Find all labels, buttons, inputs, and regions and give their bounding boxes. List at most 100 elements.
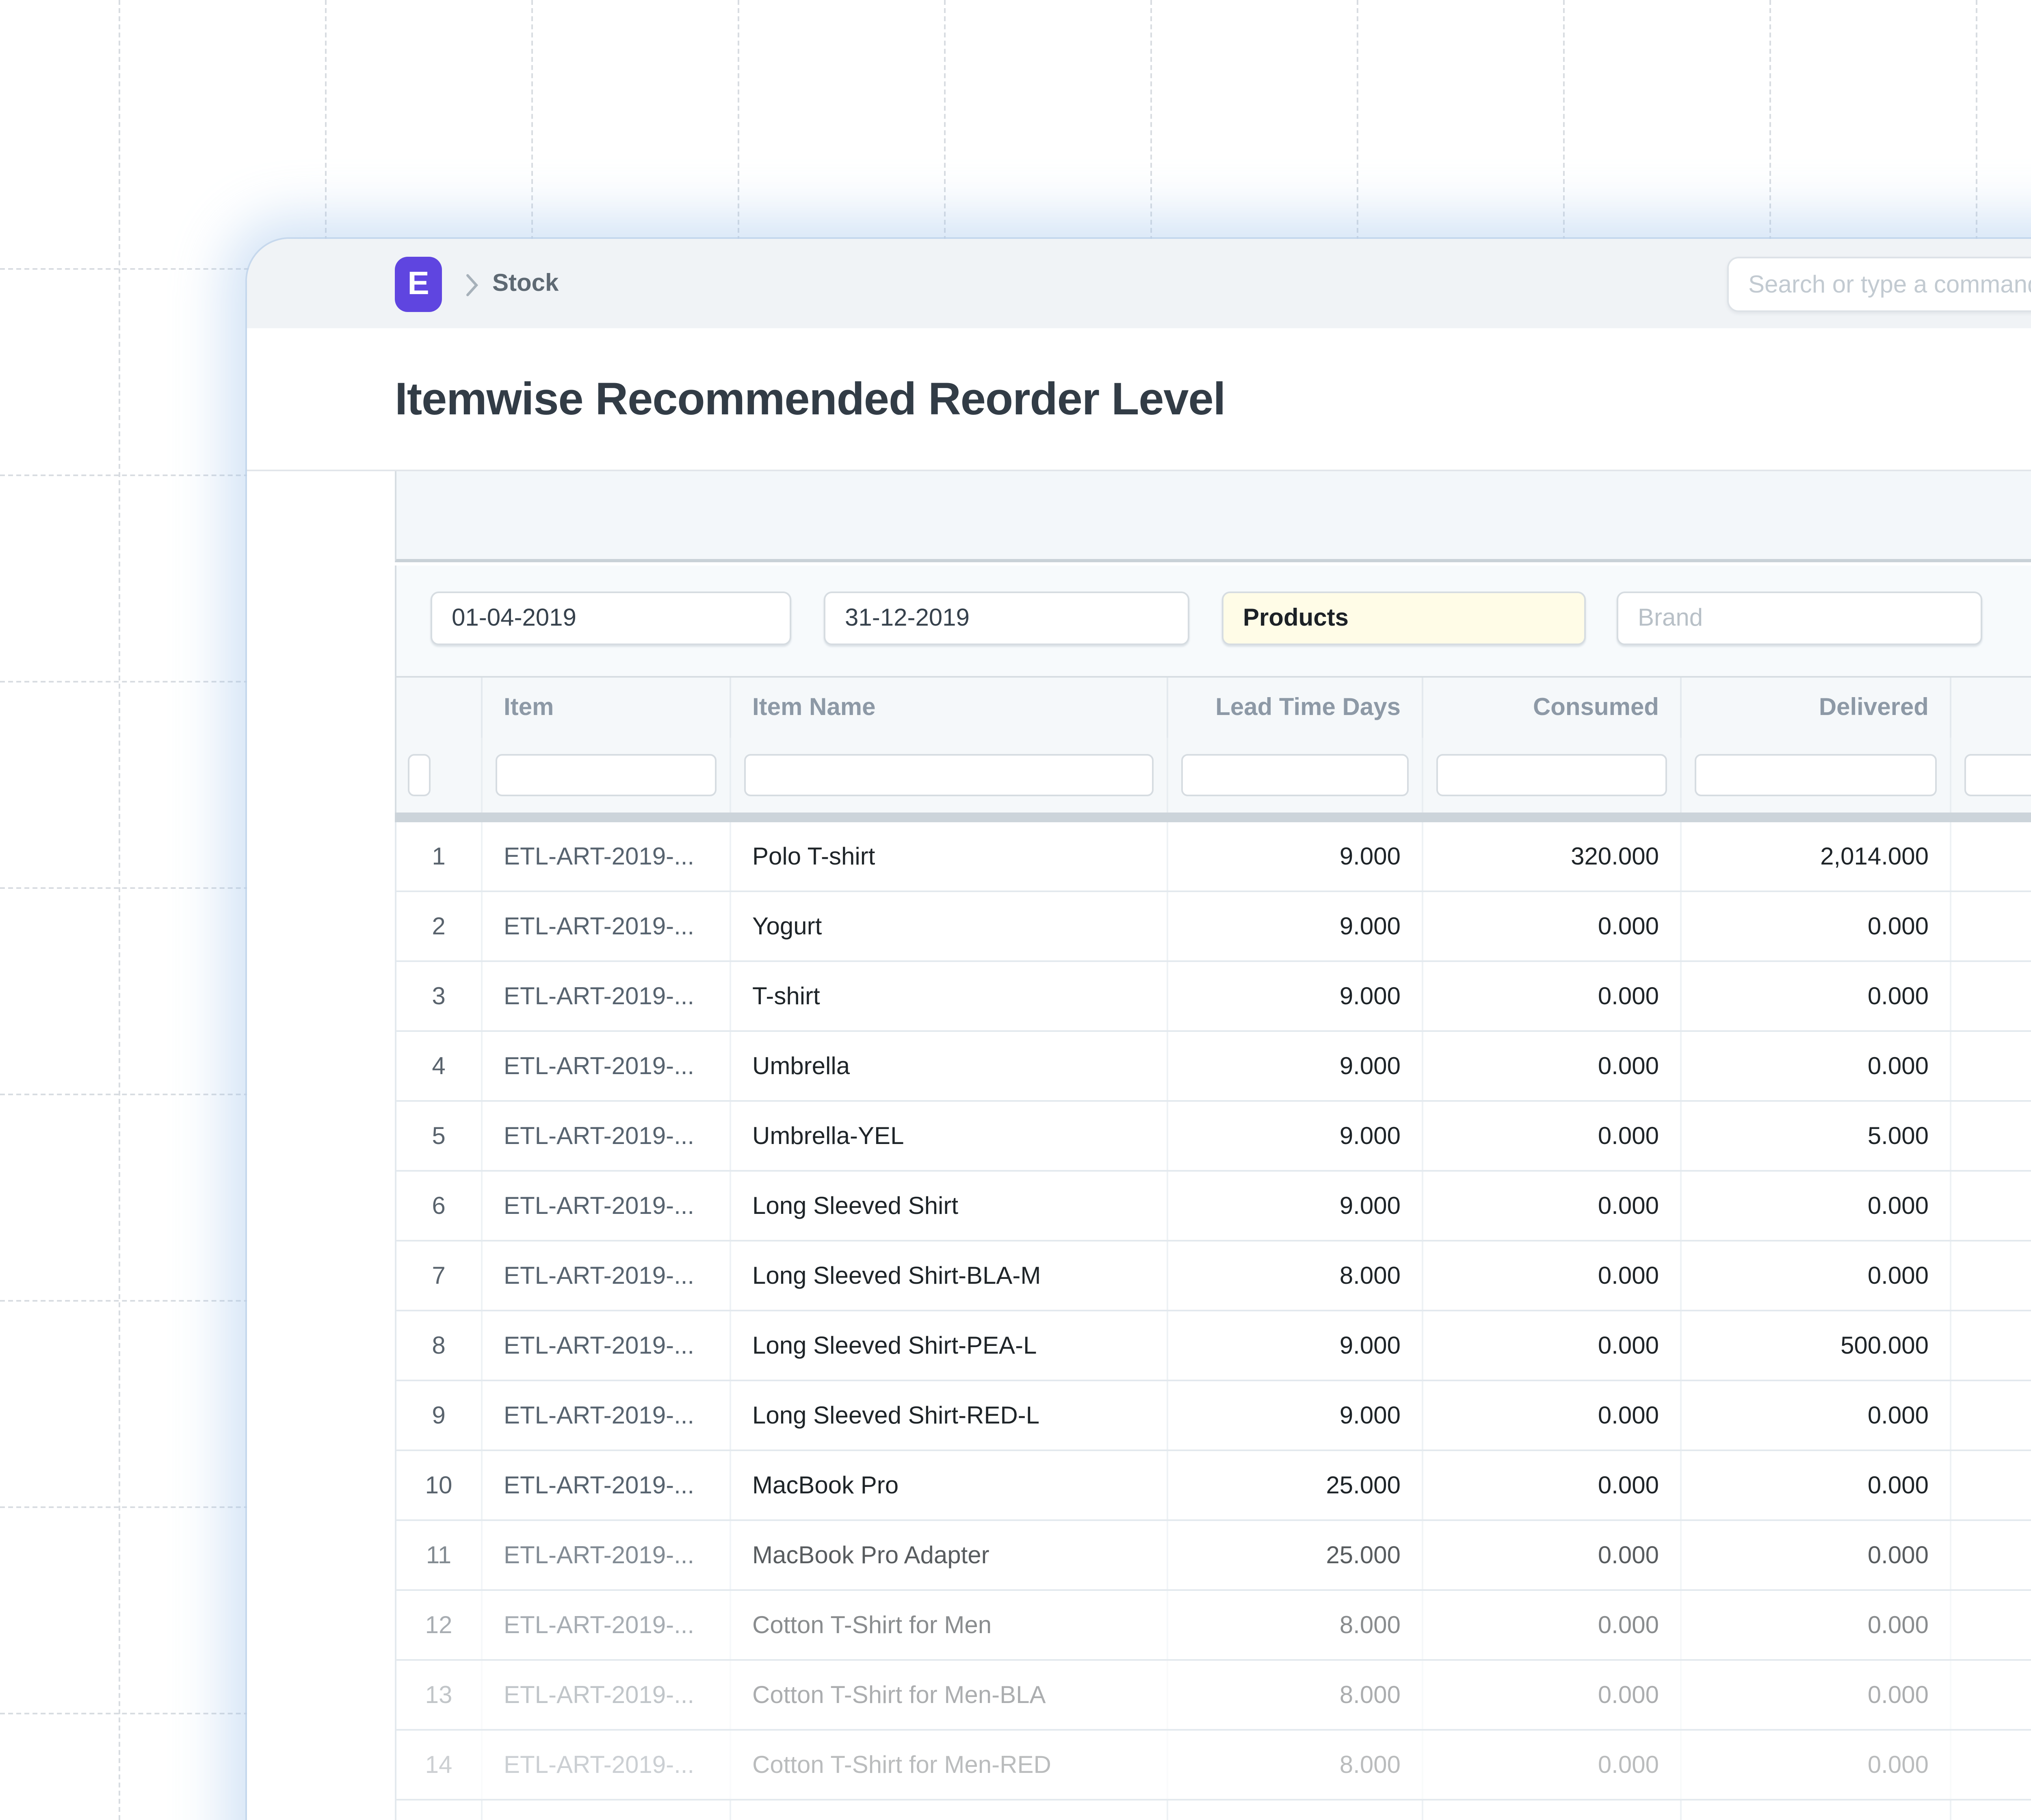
cell-item-name: T-shirt bbox=[731, 962, 1168, 1030]
cell-consumed: 0.000 bbox=[1423, 1661, 1682, 1729]
to-date-filter[interactable]: 31-12-2019 bbox=[824, 592, 1189, 645]
column-header-item[interactable]: Item bbox=[483, 678, 731, 738]
cell-total-outgoing: 5.000 bbox=[1951, 1102, 2031, 1170]
page-title: Itemwise Recommended Reorder Level bbox=[395, 374, 1225, 426]
column-filter-input[interactable] bbox=[1181, 754, 1409, 796]
table-row[interactable]: 1ETL-ART-2019-...Polo T-shirt9.000320.00… bbox=[395, 822, 2031, 892]
cell-consumed bbox=[1423, 1800, 1682, 1820]
table-row[interactable]: 9ETL-ART-2019-...Long Sleeved Shirt-RED-… bbox=[395, 1381, 2031, 1451]
cell-total-outgoing: 0.000 bbox=[1951, 1172, 2031, 1240]
column-header-lead-time-days[interactable]: Lead Time Days bbox=[1168, 678, 1423, 738]
from-date-filter[interactable]: 01-04-2019 bbox=[431, 592, 791, 645]
cell-delivered: 0.000 bbox=[1682, 962, 1951, 1030]
column-filter-input[interactable] bbox=[408, 754, 431, 796]
filter-cell bbox=[1423, 738, 1682, 812]
item-group-filter[interactable]: Products bbox=[1222, 592, 1586, 645]
page-header: Itemwise Recommended Reorder Level Menu bbox=[247, 328, 2031, 471]
cell-item-name: Long Sleeved Shirt-PEA-L bbox=[731, 1311, 1168, 1380]
cell-consumed: 0.000 bbox=[1423, 1521, 1682, 1589]
to-date-value: 31-12-2019 bbox=[845, 604, 970, 632]
cell-item: ETL-ART-2019-... bbox=[483, 822, 731, 890]
app-window: E Stock Search or type a command (Ctrl +… bbox=[247, 239, 2031, 1820]
table-filter-row bbox=[395, 738, 2031, 812]
cell-lead-time-days: 9.000 bbox=[1168, 1381, 1423, 1450]
app-logo-letter: E bbox=[407, 266, 429, 303]
column-header-total-outgoing[interactable]: Total Outgoing bbox=[1951, 678, 2031, 738]
cell-total-outgoing: 0.000 bbox=[1951, 1032, 2031, 1100]
cell-lead-time-days: 9.000 bbox=[1168, 962, 1423, 1030]
table-row[interactable]: 10ETL-ART-2019-...MacBook Pro25.0000.000… bbox=[395, 1451, 2031, 1521]
cell-item-name: Yogurt bbox=[731, 892, 1168, 960]
table-row[interactable]: 5ETL-ART-2019-...Umbrella-YEL9.0000.0005… bbox=[395, 1102, 2031, 1172]
brand-filter[interactable]: Brand bbox=[1617, 592, 1982, 645]
cell-consumed: 0.000 bbox=[1423, 1032, 1682, 1100]
table-row[interactable] bbox=[395, 1800, 2031, 1820]
cell-item-name: Cotton T-Shirt for Men bbox=[731, 1591, 1168, 1659]
cell-idx: 10 bbox=[396, 1451, 483, 1519]
screen: E Stock Search or type a command (Ctrl +… bbox=[0, 0, 2031, 1820]
cell-lead-time-days: 9.000 bbox=[1168, 1032, 1423, 1100]
cell-lead-time-days: 25.000 bbox=[1168, 1521, 1423, 1589]
column-filter-input[interactable] bbox=[744, 754, 1154, 796]
cell-item-name: Long Sleeved Shirt-RED-L bbox=[731, 1381, 1168, 1450]
cell-total-outgoing: 0.000 bbox=[1951, 892, 2031, 960]
column-header-consumed[interactable]: Consumed bbox=[1423, 678, 1682, 738]
cell-item-name: Cotton T-Shirt for Men-BLA bbox=[731, 1661, 1168, 1729]
table-row[interactable]: 8ETL-ART-2019-...Long Sleeved Shirt-PEA-… bbox=[395, 1311, 2031, 1381]
column-filter-input[interactable] bbox=[1695, 754, 1937, 796]
cell-delivered: 0.000 bbox=[1682, 892, 1951, 960]
column-filter-input[interactable] bbox=[1436, 754, 1667, 796]
table-row[interactable]: 12ETL-ART-2019-...Cotton T-Shirt for Men… bbox=[395, 1591, 2031, 1661]
filter-cell bbox=[396, 738, 483, 812]
cell-consumed: 0.000 bbox=[1423, 1311, 1682, 1380]
cell-delivered: 0.000 bbox=[1682, 1661, 1951, 1729]
breadcrumb[interactable]: Stock bbox=[492, 270, 559, 297]
cell-total-outgoing: 0.000 bbox=[1951, 1242, 2031, 1310]
table-row[interactable]: 6ETL-ART-2019-...Long Sleeved Shirt9.000… bbox=[395, 1172, 2031, 1242]
table-row[interactable]: 3ETL-ART-2019-...T-shirt9.0000.0000.0000… bbox=[395, 962, 2031, 1032]
cell-idx: 14 bbox=[396, 1731, 483, 1799]
cell-delivered bbox=[1682, 1800, 1951, 1820]
table-row[interactable]: 11ETL-ART-2019-...MacBook Pro Adapter25.… bbox=[395, 1521, 2031, 1591]
cell-total-outgoing bbox=[1951, 1800, 2031, 1820]
cell-consumed: 0.000 bbox=[1423, 962, 1682, 1030]
cell-delivered: 0.000 bbox=[1682, 1521, 1951, 1589]
column-header-item-name[interactable]: Item Name bbox=[731, 678, 1168, 738]
breadcrumb-chevron-icon bbox=[465, 273, 479, 306]
cell-item: ETL-ART-2019-... bbox=[483, 1032, 731, 1100]
cell-idx: 7 bbox=[396, 1242, 483, 1310]
table-row[interactable]: 7ETL-ART-2019-...Long Sleeved Shirt-BLA-… bbox=[395, 1242, 2031, 1311]
cell-total-outgoing: 2,334.000 bbox=[1951, 822, 2031, 890]
cell-idx: 11 bbox=[396, 1521, 483, 1589]
navbar: E Stock Search or type a command (Ctrl +… bbox=[247, 239, 2031, 328]
cell-item-name: Umbrella-YEL bbox=[731, 1102, 1168, 1170]
search-input[interactable]: Search or type a command (Ctrl + G) bbox=[1727, 257, 2031, 312]
brand-placeholder: Brand bbox=[1638, 604, 1703, 632]
column-filter-input[interactable] bbox=[1964, 754, 2031, 796]
cell-total-outgoing: 0.000 bbox=[1951, 1521, 2031, 1589]
app-logo[interactable]: E bbox=[395, 257, 442, 312]
table-row[interactable]: 14ETL-ART-2019-...Cotton T-Shirt for Men… bbox=[395, 1731, 2031, 1800]
cell-delivered: 2,014.000 bbox=[1682, 822, 1951, 890]
cell-delivered: 0.000 bbox=[1682, 1451, 1951, 1519]
cell-idx: 9 bbox=[396, 1381, 483, 1450]
column-header-delivered[interactable]: Delivered bbox=[1682, 678, 1951, 738]
cell-idx: 5 bbox=[396, 1102, 483, 1170]
filter-cell bbox=[1168, 738, 1423, 812]
item-group-value: Products bbox=[1243, 604, 1349, 632]
report-toolbar-section: S bbox=[395, 471, 2031, 562]
cell-total-outgoing: 0.000 bbox=[1951, 1451, 2031, 1519]
cell-lead-time-days: 9.000 bbox=[1168, 1311, 1423, 1380]
cell-item: ETL-ART-2019-... bbox=[483, 1102, 731, 1170]
cell-item: ETL-ART-2019-... bbox=[483, 1591, 731, 1659]
table-row[interactable]: 2ETL-ART-2019-...Yogurt9.0000.0000.0000.… bbox=[395, 892, 2031, 962]
cell-idx: 2 bbox=[396, 892, 483, 960]
table-row[interactable]: 13ETL-ART-2019-...Cotton T-Shirt for Men… bbox=[395, 1661, 2031, 1731]
cell-item: ETL-ART-2019-... bbox=[483, 962, 731, 1030]
table-row[interactable]: 4ETL-ART-2019-...Umbrella9.0000.0000.000… bbox=[395, 1032, 2031, 1102]
column-header-index[interactable] bbox=[396, 678, 483, 738]
column-filter-input[interactable] bbox=[496, 754, 717, 796]
cell-consumed: 0.000 bbox=[1423, 1242, 1682, 1310]
cell-consumed: 0.000 bbox=[1423, 1381, 1682, 1450]
cell-delivered: 0.000 bbox=[1682, 1242, 1951, 1310]
